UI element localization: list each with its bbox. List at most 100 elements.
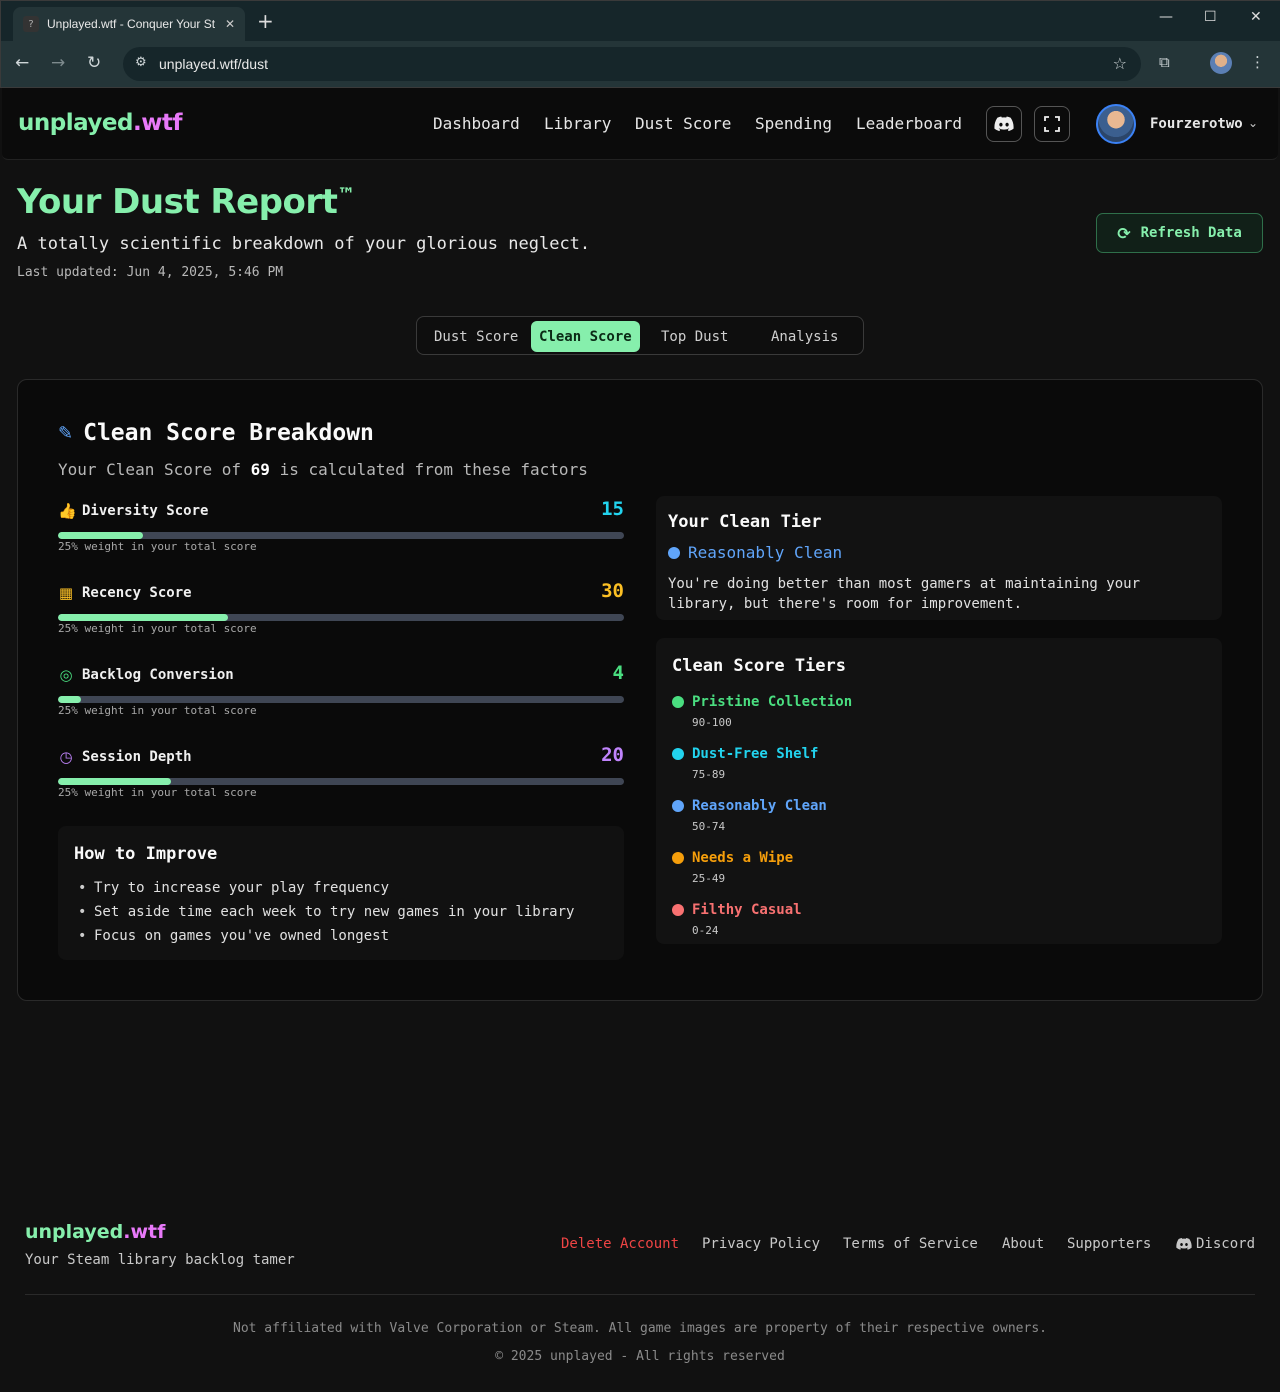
thumbs-up-icon: 👍 (58, 502, 77, 520)
factor-value: 15 (601, 498, 624, 520)
footer-disclaimer: Not affiliated with Valve Corporation or… (233, 1321, 1047, 1336)
factor-label: ◎ Backlog Conversion (58, 666, 234, 684)
discord-link-label: Discord (1196, 1236, 1256, 1252)
breakdown-title-text: Clean Score Breakdown (83, 420, 374, 446)
factor-track (58, 778, 624, 785)
delete-account-link[interactable]: Delete Account (561, 1236, 679, 1252)
nav-library[interactable]: Library (544, 114, 611, 133)
nav-dashboard[interactable]: Dashboard (433, 114, 520, 133)
report-tabs: Dust Score Clean Score Top Dust Analysis (416, 316, 864, 355)
tier-name: Pristine Collection (692, 694, 853, 710)
footer-copyright: © 2025 unplayed - All rights reserved (495, 1349, 785, 1364)
browser-tab[interactable]: ? Unplayed.wtf - Conquer Your Steam Back… (13, 7, 245, 41)
forward-icon[interactable]: → (51, 53, 65, 73)
nav-dust-score[interactable]: Dust Score (635, 114, 731, 133)
footer-logo-main: unplayed (25, 1221, 124, 1243)
tier-row: Filthy Casual 0-24 (672, 902, 802, 937)
factor-diversity: 👍 Diversity Score 15 25% weight in your … (58, 498, 624, 562)
tier-range: 90-100 (692, 716, 732, 729)
about-link[interactable]: About (1002, 1236, 1044, 1252)
clean-score-card: ✎ Clean Score Breakdown Your Clean Score… (17, 379, 1263, 1001)
factor-weight: 25% weight in your total score (58, 704, 257, 717)
tier-range: 25-49 (692, 872, 726, 885)
discord-icon (1176, 1238, 1192, 1250)
username[interactable]: Fourzerotwo (1150, 116, 1243, 132)
footer-logo-suffix: .wtf (123, 1221, 166, 1243)
tab-analysis[interactable]: Analysis (763, 321, 846, 352)
site-info-icon[interactable]: ⚙ (135, 55, 147, 70)
new-tab-icon[interactable]: + (257, 9, 274, 33)
tier-row: Reasonably Clean 50-74 (672, 798, 827, 833)
close-tab-icon[interactable]: ✕ (225, 17, 235, 31)
tier-name: Dust-Free Shelf (692, 746, 819, 762)
terms-of-service-link[interactable]: Terms of Service (843, 1236, 978, 1252)
browser-tabbar: ? Unplayed.wtf - Conquer Your Steam Back… (1, 1, 1280, 41)
discord-link[interactable]: Discord (1176, 1236, 1255, 1252)
browser-menu-icon[interactable]: ⋮ (1250, 53, 1265, 71)
improve-title: How to Improve (74, 844, 218, 864)
list-item: Focus on games you've owned longest (78, 928, 574, 952)
favicon-icon: ? (23, 16, 39, 32)
clock-icon: ◷ (59, 748, 73, 766)
discord-button[interactable] (986, 106, 1022, 142)
bookmark-star-icon[interactable]: ☆ (1113, 54, 1127, 73)
current-tier: Reasonably Clean (668, 543, 842, 562)
page-title: Your Dust Report™ (17, 182, 355, 222)
factor-track (58, 614, 624, 621)
site-logo[interactable]: unplayed.wtf (18, 110, 182, 136)
logo-suffix-text: .wtf (132, 110, 183, 136)
nav-spending[interactable]: Spending (755, 114, 832, 133)
tab-clean-score[interactable]: Clean Score (531, 321, 640, 352)
tab-dust-score[interactable]: Dust Score (426, 321, 526, 352)
clean-score-value: 69 (250, 460, 270, 479)
tier-dot-icon (672, 904, 684, 916)
tier-row: Dust-Free Shelf 75-89 (672, 746, 818, 781)
factor-fill (58, 696, 81, 703)
privacy-policy-link[interactable]: Privacy Policy (702, 1236, 820, 1252)
factor-fill (58, 532, 143, 539)
factor-track (58, 532, 624, 539)
factor-fill (58, 778, 172, 785)
supporters-link[interactable]: Supporters (1067, 1236, 1151, 1252)
reload-icon[interactable]: ↻ (87, 53, 101, 73)
fullscreen-button[interactable] (1034, 106, 1070, 142)
maximize-icon[interactable]: ☐ (1204, 9, 1217, 25)
factor-recency: ▦ Recency Score 30 25% weight in your to… (58, 580, 624, 644)
page-title-text: Your Dust Report (17, 182, 338, 222)
how-to-improve: How to Improve Try to increase your play… (58, 826, 624, 960)
factor-name: Backlog Conversion (82, 667, 234, 683)
factor-weight: 25% weight in your total score (58, 622, 257, 635)
tier-dot-icon (672, 800, 684, 812)
window-close-icon[interactable]: ✕ (1250, 9, 1262, 25)
page-subtitle: A totally scientific breakdown of your g… (17, 234, 591, 254)
back-icon[interactable]: ← (15, 53, 29, 73)
chevron-down-icon[interactable]: ⌄ (1248, 116, 1258, 130)
factor-label: ▦ Recency Score (58, 584, 192, 602)
breakdown-subtitle: Your Clean Score of 69 is calculated fro… (58, 460, 588, 479)
improve-list: Try to increase your play frequency Set … (78, 880, 574, 952)
factor-session-depth: ◷ Session Depth 20 25% weight in your to… (58, 744, 624, 808)
address-bar[interactable]: ⚙ unplayed.wtf/dust ☆ (123, 47, 1141, 81)
brush-icon: ✎ (58, 422, 74, 444)
factor-name: Recency Score (82, 585, 192, 601)
factor-label: 👍 Diversity Score (58, 502, 208, 520)
tier-dot-icon (672, 748, 684, 760)
browser-tab-title: Unplayed.wtf - Conquer Your Steam Backlo… (47, 17, 215, 31)
browser-profile-avatar[interactable] (1210, 52, 1232, 74)
tier-row: Needs a Wipe 25-49 (672, 850, 793, 885)
tier-dot-icon (672, 852, 684, 864)
refresh-data-button[interactable]: ⟳ Refresh Data (1096, 213, 1263, 253)
lens-search-icon[interactable]: ⧉ (1159, 53, 1170, 71)
tab-top-dust[interactable]: Top Dust (653, 321, 736, 352)
nav-leaderboard[interactable]: Leaderboard (856, 114, 962, 133)
user-avatar[interactable] (1096, 104, 1136, 144)
tiers-title: Clean Score Tiers (672, 656, 846, 676)
address-url: unplayed.wtf/dust (159, 56, 268, 72)
tier-name: Reasonably Clean (692, 798, 827, 814)
discord-icon (994, 116, 1014, 132)
tier-title: Your Clean Tier (668, 512, 822, 532)
minimize-icon[interactable]: — (1159, 9, 1173, 25)
footer-logo[interactable]: unplayed.wtf (25, 1221, 165, 1243)
footer-tagline: Your Steam library backlog tamer (25, 1252, 295, 1268)
tier-range: 0-24 (692, 924, 719, 937)
